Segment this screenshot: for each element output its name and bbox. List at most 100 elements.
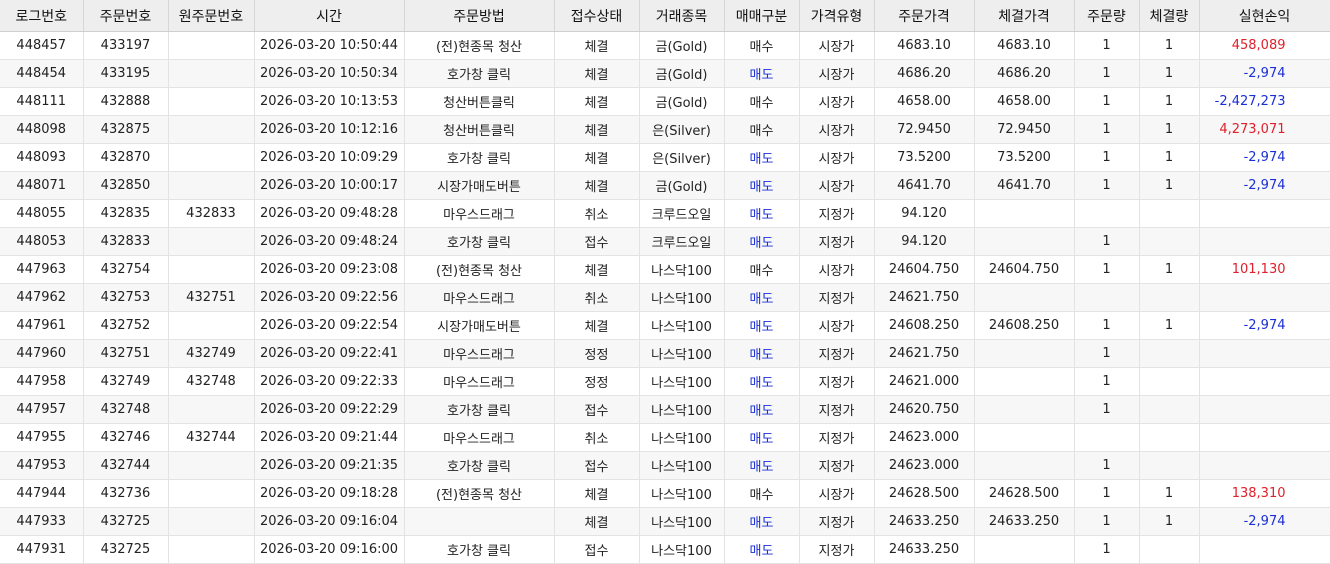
table-row[interactable]: 447953 432744 2026-03-20 09:21:35 호가창 클릭 접수 나… <box>0 451 1330 480</box>
cell-status: 체결 <box>554 59 640 88</box>
cell-status: 체결 <box>554 255 640 284</box>
column-header-order-price[interactable]: 주문가격 <box>874 0 975 32</box>
cell-order-price: 4641.70 <box>874 171 975 200</box>
cell-status: 취소 <box>554 283 640 312</box>
cell-orig-order-no <box>168 171 255 200</box>
cell-orig-order-no: 432744 <box>168 423 255 452</box>
cell-side: 매도 <box>724 423 800 452</box>
cell-orig-order-no <box>168 227 255 256</box>
cell-orig-order-no <box>168 451 255 480</box>
table-row[interactable]: 448457 433197 2026-03-20 10:50:44 (전)현종목 청산… <box>0 31 1330 60</box>
table-row[interactable]: 447960 432751 432749 2026-03-20 09:22:41 마우스… <box>0 339 1330 368</box>
cell-realized-pnl <box>1199 535 1330 564</box>
table-row[interactable]: 448053 432833 2026-03-20 09:48:24 호가창 클릭 접수 크… <box>0 227 1330 256</box>
cell-fill-qty: 1 <box>1139 31 1200 60</box>
column-header-order-method[interactable]: 주문방법 <box>404 0 555 32</box>
cell-realized-pnl: 4,273,071 <box>1199 115 1330 144</box>
cell-order-price: 24604.750 <box>874 255 975 284</box>
cell-order-no: 433197 <box>83 31 169 60</box>
cell-side: 매수 <box>724 31 800 60</box>
cell-log-no: 448055 <box>0 199 84 228</box>
cell-price-type: 시장가 <box>799 115 875 144</box>
column-header-side[interactable]: 매매구분 <box>724 0 800 32</box>
cell-order-price: 4683.10 <box>874 31 975 60</box>
table-row[interactable]: 447955 432746 432744 2026-03-20 09:21:44 마우스… <box>0 423 1330 452</box>
table-row[interactable]: 447961 432752 2026-03-20 09:22:54 시장가매도버튼 체결… <box>0 311 1330 340</box>
cell-status: 접수 <box>554 227 640 256</box>
cell-order-qty: 1 <box>1074 227 1140 256</box>
table-row[interactable]: 447957 432748 2026-03-20 09:22:29 호가창 클릭 접수 나… <box>0 395 1330 424</box>
table-row[interactable]: 447963 432754 2026-03-20 09:23:08 (전)현종목 청산… <box>0 255 1330 284</box>
cell-order-no: 432744 <box>83 451 169 480</box>
table-row[interactable]: 448093 432870 2026-03-20 10:09:29 호가창 클릭 체결 은… <box>0 143 1330 172</box>
table-row[interactable]: 448098 432875 2026-03-20 10:12:16 청산버튼클릭 체결 은… <box>0 115 1330 144</box>
cell-order-qty: 1 <box>1074 451 1140 480</box>
cell-fill-qty: 1 <box>1139 143 1200 172</box>
cell-order-no: 433195 <box>83 59 169 88</box>
column-header-fill-qty[interactable]: 체결량 <box>1139 0 1200 32</box>
cell-side: 매수 <box>724 479 800 508</box>
cell-log-no: 447931 <box>0 535 84 564</box>
column-header-orig-order-no[interactable]: 원주문번호 <box>168 0 255 32</box>
cell-fill-price: 24604.750 <box>974 255 1075 284</box>
table-row[interactable]: 447933 432725 2026-03-20 09:16:04 체결 나스닥100 매… <box>0 507 1330 536</box>
cell-side: 매도 <box>724 227 800 256</box>
cell-side: 매도 <box>724 283 800 312</box>
cell-instrument: 크루드오일 <box>639 227 725 256</box>
cell-realized-pnl: -2,974 <box>1199 311 1330 340</box>
cell-log-no: 448053 <box>0 227 84 256</box>
cell-order-no: 432725 <box>83 535 169 564</box>
cell-realized-pnl: 138,310 <box>1199 479 1330 508</box>
column-header-fill-price[interactable]: 체결가격 <box>974 0 1075 32</box>
cell-fill-qty: 1 <box>1139 87 1200 116</box>
table-row[interactable]: 448055 432835 432833 2026-03-20 09:48:28 마우스… <box>0 199 1330 228</box>
column-header-order-qty[interactable]: 주문량 <box>1074 0 1140 32</box>
cell-order-price: 24621.750 <box>874 339 975 368</box>
column-header-time[interactable]: 시간 <box>254 0 405 32</box>
cell-order-method: 시장가매도버튼 <box>404 311 555 340</box>
column-header-instrument[interactable]: 거래종목 <box>639 0 725 32</box>
cell-log-no: 448098 <box>0 115 84 144</box>
table-row[interactable]: 448071 432850 2026-03-20 10:00:17 시장가매도버튼 체결… <box>0 171 1330 200</box>
table-row[interactable]: 447944 432736 2026-03-20 09:18:28 (전)현종목 청산… <box>0 479 1330 508</box>
table-row[interactable]: 448111 432888 2026-03-20 10:13:53 청산버튼클릭 체결 금… <box>0 87 1330 116</box>
cell-order-qty: 1 <box>1074 255 1140 284</box>
column-header-realized-pnl[interactable]: 실현손익 <box>1199 0 1330 32</box>
cell-order-method: 마우스드래그 <box>404 199 555 228</box>
cell-realized-pnl <box>1199 395 1330 424</box>
cell-fill-price: 24628.500 <box>974 479 1075 508</box>
cell-orig-order-no: 432751 <box>168 283 255 312</box>
cell-instrument: 나스닥100 <box>639 395 725 424</box>
column-header-order-no[interactable]: 주문번호 <box>83 0 169 32</box>
cell-fill-price: 4658.00 <box>974 87 1075 116</box>
cell-orig-order-no: 432749 <box>168 339 255 368</box>
cell-side: 매수 <box>724 87 800 116</box>
cell-log-no: 447962 <box>0 283 84 312</box>
cell-fill-qty <box>1139 451 1200 480</box>
cell-instrument: 은(Silver) <box>639 115 725 144</box>
cell-order-method: 청산버튼클릭 <box>404 87 555 116</box>
cell-orig-order-no <box>168 311 255 340</box>
cell-log-no: 448457 <box>0 31 84 60</box>
column-header-price-type[interactable]: 가격유형 <box>799 0 875 32</box>
table-row[interactable]: 447962 432753 432751 2026-03-20 09:22:56 마우스… <box>0 283 1330 312</box>
cell-order-method: 시장가매도버튼 <box>404 171 555 200</box>
cell-price-type: 지정가 <box>799 227 875 256</box>
cell-time: 2026-03-20 09:21:35 <box>254 451 405 480</box>
cell-side: 매도 <box>724 395 800 424</box>
cell-status: 접수 <box>554 395 640 424</box>
column-header-status[interactable]: 접수상태 <box>554 0 640 32</box>
cell-side: 매도 <box>724 535 800 564</box>
cell-time: 2026-03-20 09:22:56 <box>254 283 405 312</box>
cell-side: 매수 <box>724 115 800 144</box>
cell-order-method: 호가창 클릭 <box>404 451 555 480</box>
cell-order-qty: 1 <box>1074 115 1140 144</box>
table-row[interactable]: 448454 433195 2026-03-20 10:50:34 호가창 클릭 체결 금… <box>0 59 1330 88</box>
cell-status: 정정 <box>554 367 640 396</box>
cell-side: 매도 <box>724 311 800 340</box>
cell-order-qty: 1 <box>1074 87 1140 116</box>
table-row[interactable]: 447958 432749 432748 2026-03-20 09:22:33 마우스… <box>0 367 1330 396</box>
table-row[interactable]: 447931 432725 2026-03-20 09:16:00 호가창 클릭 접수 나… <box>0 535 1330 564</box>
column-header-log-no[interactable]: 로그번호 <box>0 0 84 32</box>
cell-fill-qty <box>1139 339 1200 368</box>
